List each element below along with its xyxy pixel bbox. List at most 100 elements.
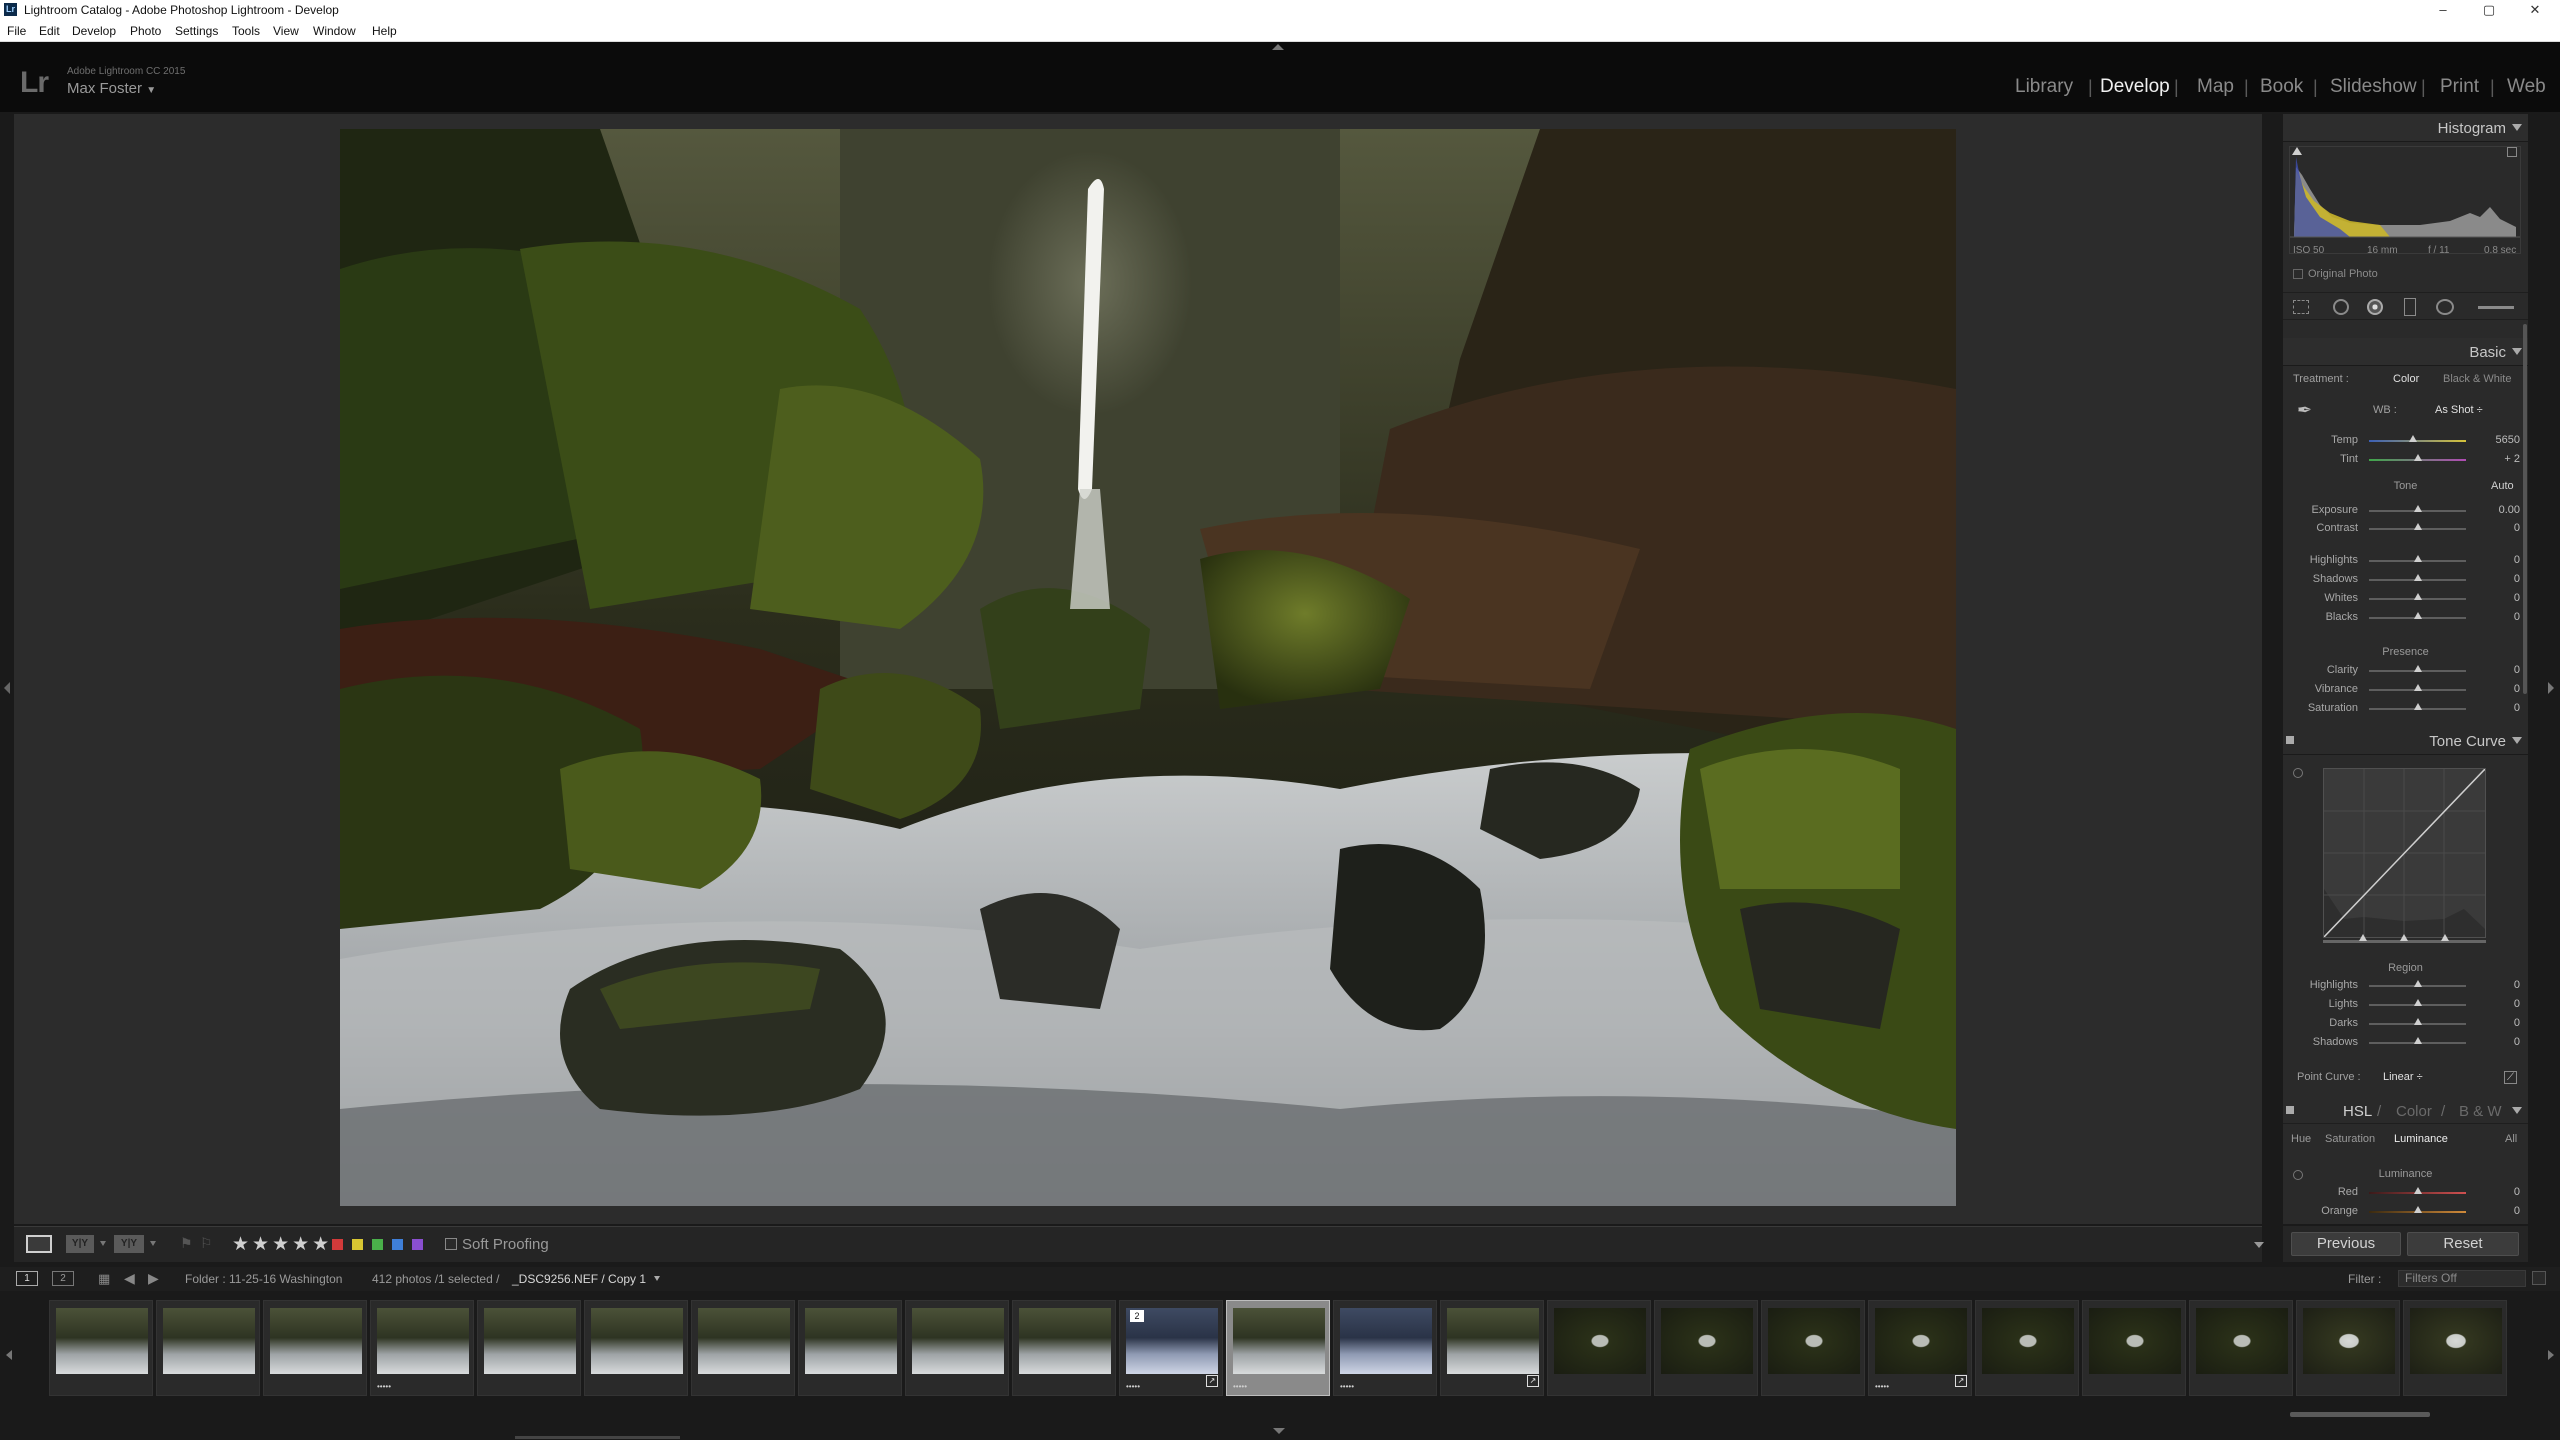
tab-luminance[interactable]: Luminance xyxy=(2394,1133,2448,1145)
slider-value[interactable]: 0 xyxy=(2514,979,2520,991)
slider-value[interactable]: 0 xyxy=(2514,1186,2520,1198)
tab-all[interactable]: All xyxy=(2505,1133,2517,1145)
left-panel-toggle-icon[interactable] xyxy=(4,682,10,694)
forward-arrow-icon[interactable]: ▶ xyxy=(148,1270,159,1287)
edit-point-curve-icon[interactable]: ⟋ xyxy=(2504,1071,2517,1084)
original-photo-checkbox[interactable] xyxy=(2293,269,2303,279)
filmstrip-thumbnail[interactable] xyxy=(477,1300,581,1396)
right-panel-toggle-icon[interactable] xyxy=(2548,682,2554,694)
module-web[interactable]: Web xyxy=(2507,76,2546,98)
filmstrip-thumbnail[interactable] xyxy=(2082,1300,2186,1396)
white-balance-eyedropper-icon[interactable]: ✒ xyxy=(2297,400,2312,421)
slider-handle[interactable] xyxy=(2414,1206,2422,1213)
color-title[interactable]: Color xyxy=(2396,1103,2432,1120)
color-label-4[interactable] xyxy=(392,1239,403,1250)
slider-handle[interactable] xyxy=(2414,1037,2422,1044)
filmstrip-thumbnail[interactable] xyxy=(584,1300,688,1396)
chevron-down-icon[interactable] xyxy=(654,1276,660,1281)
before-after-icon[interactable]: Y|Y xyxy=(66,1235,94,1253)
filmstrip-thumbnail[interactable] xyxy=(1761,1300,1865,1396)
reject-flag-icon[interactable]: ⚐ xyxy=(200,1235,213,1252)
slider-handle[interactable] xyxy=(2414,555,2422,562)
slider-handle[interactable] xyxy=(2409,435,2417,442)
collapse-triangle-icon[interactable] xyxy=(2512,737,2522,744)
color-label-2[interactable] xyxy=(352,1239,363,1250)
slider-handle[interactable] xyxy=(2414,980,2422,987)
filmstrip-scrollbar[interactable] xyxy=(2290,1412,2430,1417)
target-adjustment-icon[interactable] xyxy=(2293,768,2303,778)
collapse-triangle-icon[interactable] xyxy=(2512,348,2522,355)
filmstrip-thumbnail[interactable] xyxy=(49,1300,153,1396)
slider-value[interactable]: 0 xyxy=(2514,611,2520,623)
slider-value[interactable]: 0 xyxy=(2514,522,2520,534)
close-button[interactable]: ✕ xyxy=(2512,1,2558,19)
loupe-view-icon[interactable] xyxy=(26,1235,52,1253)
slider-value[interactable]: 5650 xyxy=(2496,434,2520,446)
filmstrip-thumbnail[interactable] xyxy=(263,1300,367,1396)
screen-1-button[interactable]: 1 xyxy=(16,1271,38,1286)
slider-value[interactable]: 0 xyxy=(2514,1017,2520,1029)
slider-handle[interactable] xyxy=(2414,612,2422,619)
filmstrip-thumbnail[interactable] xyxy=(1547,1300,1651,1396)
tab-hue[interactable]: Hue xyxy=(2291,1133,2311,1145)
slider-handle[interactable] xyxy=(2414,574,2422,581)
tab-saturation[interactable]: Saturation xyxy=(2325,1133,2375,1145)
slider-value[interactable]: 0 xyxy=(2514,702,2520,714)
module-print[interactable]: Print xyxy=(2440,76,2479,98)
reset-button[interactable]: Reset xyxy=(2407,1232,2519,1256)
slider-handle[interactable] xyxy=(2414,505,2422,512)
minimize-button[interactable]: – xyxy=(2420,1,2466,19)
previous-button[interactable]: Previous xyxy=(2291,1232,2401,1256)
module-slideshow[interactable]: Slideshow xyxy=(2330,76,2417,98)
graduated-filter-icon[interactable] xyxy=(2404,298,2416,316)
chevron-down-icon[interactable] xyxy=(150,1241,156,1246)
wb-preset-dropdown[interactable]: As Shot ÷ xyxy=(2435,404,2483,416)
soft-proofing-checkbox[interactable] xyxy=(445,1238,457,1250)
folder-source[interactable]: Folder : 11-25-16 Washington xyxy=(185,1272,342,1286)
histogram-chart[interactable] xyxy=(2289,146,2521,254)
filmstrip-thumbnail[interactable] xyxy=(1012,1300,1116,1396)
slider-handle[interactable] xyxy=(2414,999,2422,1006)
color-label-5[interactable] xyxy=(412,1239,423,1250)
hsl-header[interactable]: HSL / Color / B & W xyxy=(2283,1098,2528,1124)
filmstrip-thumbnail[interactable]: ••••• xyxy=(370,1300,474,1396)
top-panel-toggle-icon[interactable] xyxy=(1272,44,1284,50)
menu-help[interactable]: Help xyxy=(372,24,397,38)
menu-window[interactable]: Window xyxy=(313,24,356,38)
filmstrip-thumbnail[interactable]: ••••• 2 ↗ xyxy=(1119,1300,1223,1396)
tone-curve-header[interactable]: Tone Curve xyxy=(2283,727,2528,755)
filmstrip-thumbnail[interactable] xyxy=(2296,1300,2400,1396)
spot-removal-icon[interactable] xyxy=(2333,299,2349,315)
highlight-clipping-icon[interactable] xyxy=(2507,147,2517,157)
treatment-black-white[interactable]: Black & White xyxy=(2443,373,2511,385)
point-curve-dropdown[interactable]: Linear ÷ xyxy=(2383,1071,2423,1083)
filmstrip-left-arrow-icon[interactable] xyxy=(6,1350,12,1360)
filmstrip-thumbnail[interactable] xyxy=(905,1300,1009,1396)
bw-title[interactable]: B & W xyxy=(2459,1103,2502,1120)
filmstrip-thumbnail[interactable] xyxy=(691,1300,795,1396)
toolbar-menu-chevron-icon[interactable] xyxy=(2254,1242,2264,1248)
filmstrip-thumbnail[interactable] xyxy=(2403,1300,2507,1396)
filmstrip-thumbnail[interactable]: ••••• xyxy=(1226,1300,1330,1396)
filmstrip-thumbnail[interactable] xyxy=(1654,1300,1758,1396)
slider-value[interactable]: 0 xyxy=(2514,998,2520,1010)
filmstrip-thumbnail[interactable] xyxy=(1975,1300,2079,1396)
slider-track[interactable] xyxy=(2369,440,2466,442)
slider-value[interactable]: 0 xyxy=(2514,664,2520,676)
slider-handle[interactable] xyxy=(2414,523,2422,530)
color-label-3[interactable] xyxy=(372,1239,383,1250)
filter-dropdown[interactable]: Filters Off xyxy=(2398,1270,2526,1287)
filmstrip-thumbnail[interactable]: ••••• ↗ xyxy=(1868,1300,1972,1396)
slider-value[interactable]: 0 xyxy=(2514,592,2520,604)
slider-handle[interactable] xyxy=(2414,1187,2422,1194)
menu-file[interactable]: File xyxy=(7,24,26,38)
tone-curve-graph[interactable] xyxy=(2323,768,2486,938)
right-panel-scrollbar[interactable] xyxy=(2523,324,2527,694)
adjustment-brush-icon[interactable] xyxy=(2478,306,2514,309)
module-book[interactable]: Book xyxy=(2260,76,2303,98)
slider-handle[interactable] xyxy=(2414,684,2422,691)
treatment-color[interactable]: Color xyxy=(2393,373,2419,385)
shadow-clipping-icon[interactable] xyxy=(2292,147,2302,155)
module-develop[interactable]: Develop xyxy=(2100,76,2170,98)
back-arrow-icon[interactable]: ◀ xyxy=(124,1270,135,1287)
